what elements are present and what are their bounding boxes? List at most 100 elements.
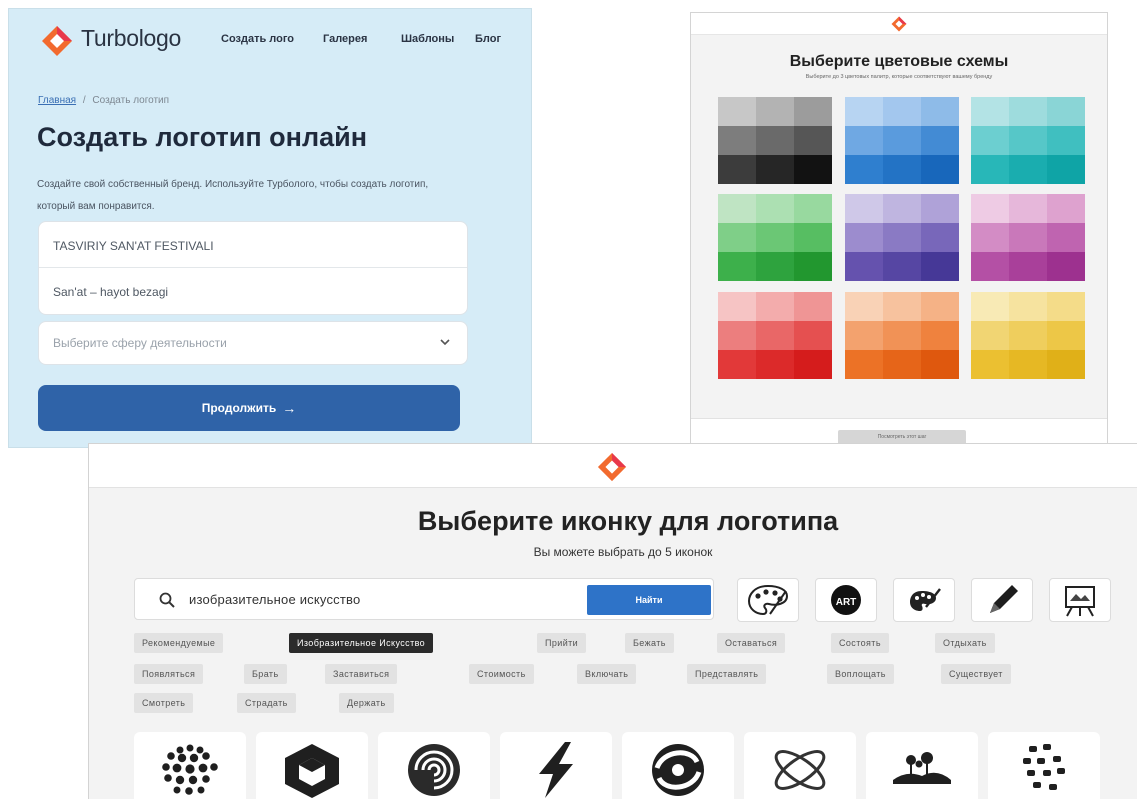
tag-consist[interactable]: Состоять <box>831 633 889 653</box>
palette-grey[interactable] <box>718 97 832 184</box>
breadcrumb-separator: / <box>82 95 86 106</box>
result-dots-grid[interactable] <box>988 732 1100 799</box>
swatch-cell <box>971 252 1009 281</box>
swatch-cell <box>794 126 832 155</box>
tag-exists[interactable]: Существует <box>941 664 1011 684</box>
tag-run[interactable]: Бежать <box>625 633 674 653</box>
swatch-cell <box>921 155 959 184</box>
tag-cost[interactable]: Стоимость <box>469 664 534 684</box>
palette-green[interactable] <box>718 194 832 281</box>
collage: Turbologo Создать лого Галерея Шаблоны Б… <box>0 0 1137 799</box>
swatch-cell <box>794 194 832 223</box>
nav-templates[interactable]: Шаблоны <box>401 33 454 45</box>
palette-icon[interactable] <box>737 578 799 622</box>
swatch-cell <box>1009 97 1047 126</box>
icon-search-input[interactable]: изобразительное искусство <box>189 592 360 607</box>
result-spiral[interactable] <box>378 732 490 799</box>
tag-embody[interactable]: Воплощать <box>827 664 894 684</box>
result-atom[interactable] <box>744 732 856 799</box>
palette-pink[interactable] <box>971 194 1085 281</box>
swatch-cell <box>921 292 959 321</box>
industry-select[interactable]: Выберите сферу деятельности <box>38 321 468 365</box>
industry-placeholder: Выберите сферу деятельности <box>53 336 227 350</box>
swatch-cell <box>718 252 756 281</box>
palette-brush-icon[interactable] <box>893 578 955 622</box>
swatch-cell <box>971 155 1009 184</box>
tag-appear[interactable]: Появляться <box>134 664 204 684</box>
slogan-field[interactable]: San'at – hayot bezagi <box>39 270 467 314</box>
tag-rest[interactable]: Отдыхать <box>935 633 995 653</box>
result-swirl[interactable] <box>622 732 734 799</box>
continue-button[interactable]: Продолжить → <box>38 385 460 431</box>
swatch-cell <box>718 223 756 252</box>
tag-fine-art[interactable]: Изобразительное Искусство <box>289 633 434 653</box>
create-logo-panel: Turbologo Создать лого Галерея Шаблоны Б… <box>8 8 532 448</box>
result-dotted-sphere[interactable] <box>134 732 246 799</box>
swatch-cell <box>756 126 794 155</box>
tag-represent[interactable]: Представлять <box>687 664 767 684</box>
swatch-cell <box>921 194 959 223</box>
swatch-cell <box>845 194 883 223</box>
swatch-cell <box>845 292 883 321</box>
tag-come[interactable]: Прийти <box>537 633 587 653</box>
tag-force[interactable]: Заставиться <box>325 664 398 684</box>
tag-recommended[interactable]: Рекомендуемые <box>134 633 224 653</box>
search-button[interactable]: Найти <box>587 585 711 615</box>
breadcrumb-current: Создать логотип <box>92 95 170 106</box>
company-name-field[interactable]: TASVIRIY SAN'AT FESTIVALI <box>39 224 467 268</box>
lightning-icon <box>539 742 573 798</box>
swatch-cell <box>883 97 921 126</box>
swatch-cell <box>971 194 1009 223</box>
palette-orange[interactable] <box>845 292 959 379</box>
swatch-cell <box>845 97 883 126</box>
swatch-cell <box>883 223 921 252</box>
swatch-cell <box>794 97 832 126</box>
art-badge-icon[interactable]: ART <box>815 578 877 622</box>
swatch-cell <box>883 252 921 281</box>
color-schemes-panel: Выберите цветовые схемы Выберите до 3 цв… <box>690 12 1108 444</box>
easel-icon[interactable] <box>1049 578 1111 622</box>
swatch-cell <box>718 292 756 321</box>
icons-subtitle: Вы можете выбрать до 5 иконок <box>533 545 713 559</box>
palette-blue[interactable] <box>845 97 959 184</box>
swatch-cell <box>1009 194 1047 223</box>
tag-include[interactable]: Включать <box>577 664 637 684</box>
palette-yellow[interactable] <box>971 292 1085 379</box>
palette-teal[interactable] <box>971 97 1085 184</box>
swatch-cell <box>756 321 794 350</box>
tag-suffer[interactable]: Страдать <box>237 693 296 713</box>
tag-take[interactable]: Брать <box>244 664 287 684</box>
result-cube[interactable] <box>256 732 368 799</box>
next-step-button[interactable]: Посмотреть этот шаг <box>838 430 966 443</box>
nav-blog[interactable]: Блог <box>475 33 501 45</box>
nav-create-logo[interactable]: Создать лого <box>221 33 294 45</box>
swatch-cell <box>1047 155 1085 184</box>
result-hills[interactable] <box>866 732 978 799</box>
swatch-cell <box>1009 126 1047 155</box>
palette-purple[interactable] <box>845 194 959 281</box>
pencil-icon[interactable] <box>971 578 1033 622</box>
swatch-cell <box>921 223 959 252</box>
swatch-cell <box>845 350 883 379</box>
tag-look[interactable]: Смотреть <box>134 693 194 713</box>
swatch-cell <box>921 321 959 350</box>
swatch-cell <box>883 194 921 223</box>
tag-stay[interactable]: Оставаться <box>717 633 786 653</box>
dots-grid-icon <box>1023 744 1065 790</box>
turbologo-logo-icon[interactable] <box>41 25 73 57</box>
swatch-cell <box>845 321 883 350</box>
swatch-cell <box>756 292 794 321</box>
swatch-cell <box>756 252 794 281</box>
result-lightning[interactable] <box>500 732 612 799</box>
tag-hold[interactable]: Держать <box>339 693 394 713</box>
brand-name[interactable]: Turbologo <box>81 25 181 52</box>
palette-red[interactable] <box>718 292 832 379</box>
swatch-cell <box>756 350 794 379</box>
swatch-cell <box>718 194 756 223</box>
art-badge-text: ART <box>836 597 857 608</box>
swatch-cell <box>971 292 1009 321</box>
swatch-cell <box>794 321 832 350</box>
breadcrumb-home[interactable]: Главная <box>38 95 76 106</box>
nav-gallery[interactable]: Галерея <box>323 33 367 45</box>
swatch-cell <box>1047 350 1085 379</box>
